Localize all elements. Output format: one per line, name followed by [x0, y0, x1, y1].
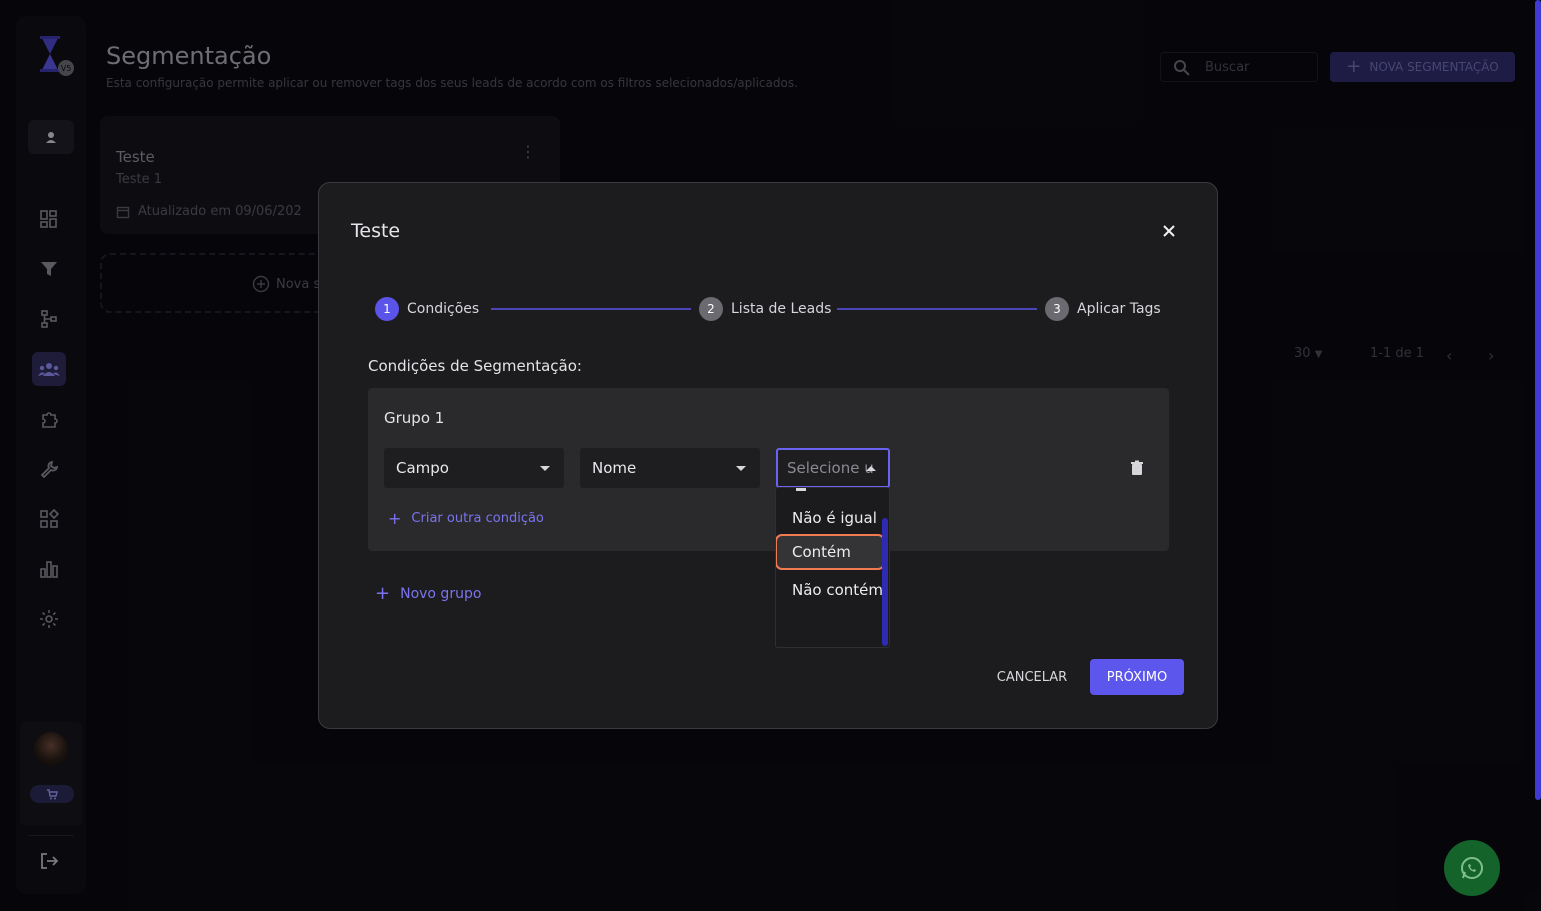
- dropdown-option-highlighted[interactable]: Contém: [776, 534, 885, 570]
- attribute-select[interactable]: Nome: [580, 448, 760, 488]
- trash-icon: [1131, 460, 1143, 475]
- caret-down-icon: [736, 466, 746, 471]
- dropdown-scrollbar[interactable]: [882, 518, 888, 646]
- step-label: Condições: [407, 301, 480, 317]
- add-condition-label: Criar outra condição: [411, 511, 544, 526]
- delete-condition-button[interactable]: [1127, 458, 1147, 478]
- new-group-label: Novo grupo: [400, 585, 482, 602]
- section-label: Condições de Segmentação:: [368, 357, 582, 375]
- step-connector: [491, 308, 691, 310]
- step-conditions[interactable]: 1 Condições: [375, 296, 479, 322]
- field-select-value: Campo: [396, 459, 449, 477]
- page-scrollbar[interactable]: [1535, 0, 1541, 800]
- step-number: 3: [1045, 297, 1069, 321]
- operator-dropdown: Não é igual Contém Não contém: [775, 487, 890, 648]
- step-number: 1: [375, 297, 399, 321]
- dropdown-option[interactable]: Não contém: [776, 572, 882, 608]
- stepper: 1 Condições 2 Lista de Leads 3 Aplicar T…: [375, 296, 1165, 322]
- plus-icon: +: [375, 583, 391, 604]
- whatsapp-button[interactable]: [1444, 840, 1500, 896]
- operator-select-placeholder: Selecione u: [787, 459, 874, 477]
- caret-up-icon: [866, 466, 876, 471]
- modal-title: Teste: [351, 220, 401, 242]
- whatsapp-icon: [1461, 857, 1483, 879]
- caret-down-icon: [540, 466, 550, 471]
- cancel-button[interactable]: CANCELAR: [987, 659, 1077, 695]
- step-leads-list[interactable]: 2 Lista de Leads: [699, 296, 831, 322]
- close-icon[interactable]: [1159, 221, 1179, 241]
- operator-select[interactable]: Selecione u: [776, 448, 890, 488]
- field-select[interactable]: Campo: [384, 448, 564, 488]
- plus-icon: +: [388, 509, 402, 528]
- group-title: Grupo 1: [384, 409, 445, 427]
- next-button[interactable]: PRÓXIMO: [1090, 659, 1184, 695]
- attribute-select-value: Nome: [592, 459, 637, 477]
- new-group-link[interactable]: + Novo grupo: [375, 583, 481, 604]
- dropdown-option[interactable]: Não é igual: [776, 500, 882, 536]
- step-label: Aplicar Tags: [1077, 301, 1161, 317]
- step-label: Lista de Leads: [731, 301, 832, 317]
- dropdown-partial-item: [796, 488, 806, 491]
- condition-group: Grupo 1 Campo Nome Selecione u + Criar o…: [368, 388, 1169, 551]
- add-condition-link[interactable]: + Criar outra condição: [388, 509, 544, 528]
- step-connector: [837, 308, 1037, 310]
- segmentation-modal: Teste 1 Condições 2 Lista de Leads 3 Apl…: [318, 182, 1218, 729]
- step-number: 2: [699, 297, 723, 321]
- step-apply-tags[interactable]: 3 Aplicar Tags: [1045, 296, 1161, 322]
